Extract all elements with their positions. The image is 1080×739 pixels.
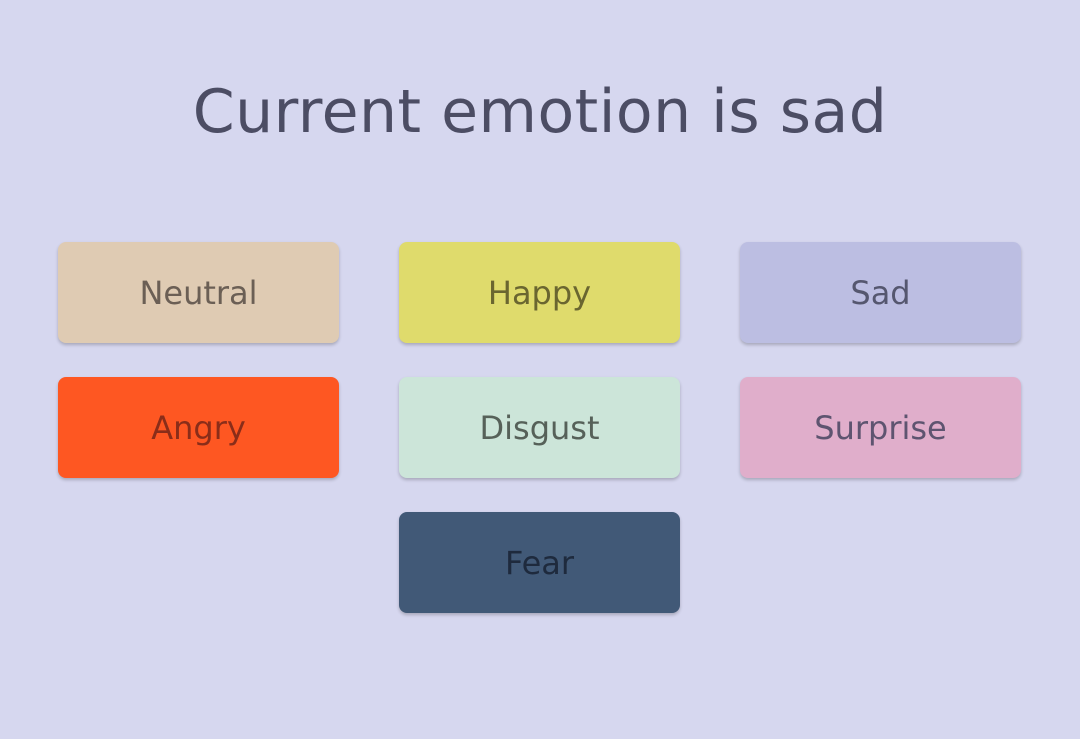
- page-title: Current emotion is sad: [192, 77, 888, 147]
- neutral-button[interactable]: Neutral: [58, 242, 339, 343]
- happy-button[interactable]: Happy: [399, 242, 680, 343]
- angry-button[interactable]: Angry: [58, 377, 339, 478]
- disgust-button[interactable]: Disgust: [399, 377, 680, 478]
- sad-button[interactable]: Sad: [740, 242, 1021, 343]
- surprise-button[interactable]: Surprise: [740, 377, 1021, 478]
- fear-button[interactable]: Fear: [399, 512, 680, 613]
